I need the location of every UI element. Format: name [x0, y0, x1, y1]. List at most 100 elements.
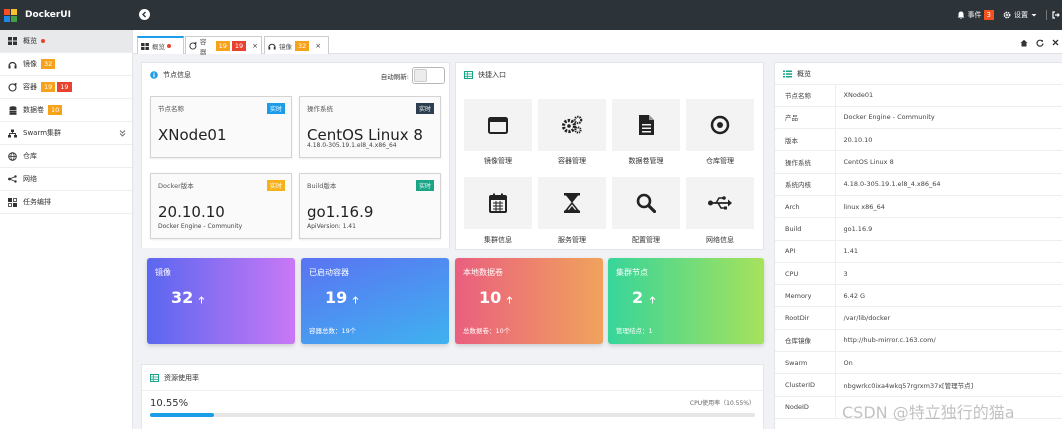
dashboard-icon	[8, 37, 17, 46]
row-key: 系统内核	[775, 173, 836, 196]
table-row: Memory 6.42 G	[775, 284, 1062, 308]
home-button[interactable]	[1017, 37, 1030, 48]
sidebar-item-tasks[interactable]: 任务编排	[0, 191, 132, 214]
stat-card-cluster-nodes[interactable]: 集群节点 2 管理结点：1	[608, 258, 764, 344]
caret-down-icon	[1031, 14, 1037, 17]
card-subtext: Docker Engine - Community	[158, 223, 243, 230]
auto-refresh-label: 自动刷新:	[380, 72, 409, 81]
quick-label: 集群信息	[484, 236, 512, 244]
double-chevron-down-icon	[119, 130, 126, 137]
close-all-button[interactable]	[1049, 37, 1062, 48]
network-icon	[8, 175, 17, 184]
panel-title: 资源使用率	[164, 373, 199, 382]
containers-icon	[189, 41, 197, 50]
table-row: CPU 3	[775, 262, 1062, 286]
count-badge: 32	[41, 59, 56, 69]
arrow-up-icon	[649, 296, 656, 304]
tab-label: 容器	[199, 37, 207, 56]
close-tab-icon[interactable]: ×	[252, 42, 258, 50]
close-icon	[1052, 39, 1059, 46]
images-icon	[8, 60, 17, 69]
card-subtext: ApiVersion: 1.41	[307, 223, 356, 230]
card-label: 节点名称	[158, 105, 184, 113]
tab-bar: 概览 容器 19 19 × 镜像 32 ×	[133, 30, 1062, 56]
tab-overview[interactable]: 概览	[137, 36, 184, 54]
sidebar-item-label: 镜像	[23, 60, 37, 68]
stat-title: 镜像	[155, 268, 171, 277]
table-row: 节点名称 XNode01	[775, 84, 1062, 107]
settings-menu[interactable]: 设置	[1003, 10, 1037, 20]
realtime-badge: 实时	[266, 103, 285, 114]
home-icon	[1020, 39, 1027, 46]
sidebar-item-label: 容器	[23, 83, 37, 91]
table-icon	[464, 71, 473, 79]
quick-label: 容器管理	[558, 157, 586, 165]
row-value: XNode01	[835, 84, 1062, 107]
quick-volume-manage[interactable]	[612, 99, 680, 151]
hourglass-icon	[564, 193, 580, 213]
quick-access-panel: 快捷入口 镜像管理 容器管理 数据卷管理 仓库管理 集群信息 服务管理 配置管理…	[455, 62, 764, 250]
stat-footer: 管理结点：1	[616, 327, 653, 335]
quick-service-manage[interactable]	[538, 177, 606, 229]
row-key: NodeID	[775, 396, 836, 419]
logout-icon	[1052, 11, 1060, 19]
arrow-up-icon	[198, 296, 205, 304]
quick-cluster-info[interactable]	[464, 177, 532, 229]
panel-header: 资源使用率	[142, 365, 763, 391]
quick-label: 网络信息	[706, 236, 734, 244]
row-key: 操作系统	[775, 150, 836, 174]
row-key: 产品	[775, 106, 836, 130]
sidebar-item-network[interactable]: 网络	[0, 168, 132, 191]
card-subtext: 4.18.0-305.19.1.el8_4.x86_64	[307, 142, 397, 149]
quick-label: 服务管理	[558, 236, 586, 244]
row-key: RootDir	[775, 306, 836, 330]
close-tab-icon[interactable]: ×	[315, 42, 321, 50]
quick-registry-manage[interactable]	[686, 99, 754, 151]
sidebar-item-label: 任务编排	[23, 198, 51, 206]
row-value: On	[835, 351, 1062, 375]
sidebar-item-swarm[interactable]: Swarm集群	[0, 122, 132, 145]
quick-container-manage[interactable]	[538, 99, 606, 151]
tab-label: 镜像	[279, 42, 292, 51]
auto-refresh-toggle[interactable]	[412, 67, 445, 84]
quick-network-info[interactable]	[686, 177, 754, 229]
window-icon	[488, 116, 508, 134]
row-key: Build	[775, 217, 836, 241]
sidebar-item-overview[interactable]: 概览	[0, 30, 132, 53]
overview-table: 节点名称 XNode01 产品 Docker Engine - Community …	[775, 84, 1062, 419]
tab-containers[interactable]: 容器 19 19 ×	[185, 36, 262, 56]
logo-icon	[4, 8, 17, 22]
stat-card-local-volumes[interactable]: 本地数据卷 10 总数据卷：10个	[455, 258, 603, 344]
magnifier-icon	[636, 193, 656, 213]
logout-button[interactable]	[1052, 11, 1060, 19]
sidebar-item-containers[interactable]: 容器 19 19	[0, 76, 132, 99]
brand[interactable]: DockerUI	[0, 0, 133, 30]
quick-image-manage[interactable]	[464, 99, 532, 151]
table-row: RootDir/var/lib/docker	[775, 306, 1062, 330]
quick-label: 配置管理	[632, 236, 660, 244]
target-icon	[710, 115, 730, 135]
containers-icon	[8, 82, 17, 92]
stat-card-images[interactable]: 镜像 32	[147, 258, 295, 344]
brand-name: DockerUI	[25, 10, 71, 20]
sidebar-item-images[interactable]: 镜像 32	[0, 53, 132, 76]
table-row: ClusterID nbgwrkc0ixa4wkq57rgrxm37x[管理节点]	[775, 373, 1062, 397]
stat-value: 19	[325, 288, 348, 307]
stat-card-running-containers[interactable]: 已启动容器 19 容器总数：19个	[301, 258, 449, 344]
refresh-button[interactable]	[1033, 37, 1046, 48]
row-value: Docker Engine - Community	[835, 106, 1062, 130]
auto-refresh: 自动刷新:	[381, 67, 445, 84]
sidebar-item-registry[interactable]: 仓库	[0, 145, 132, 168]
row-key: CPU	[775, 262, 836, 286]
collapse-sidebar-button[interactable]	[139, 9, 150, 20]
table-row: Build go1.16.9	[775, 217, 1062, 241]
count-badge: 19	[231, 40, 247, 51]
quick-config-manage[interactable]	[612, 177, 680, 229]
tab-images[interactable]: 镜像 32 ×	[264, 36, 329, 54]
events-menu[interactable]: 事件 3	[957, 10, 994, 20]
separator	[1046, 10, 1047, 20]
sidebar-item-volumes[interactable]: 数据卷 10	[0, 99, 132, 122]
table-icon	[150, 373, 159, 382]
overview-panel: 概览 节点名称 XNode01 产品 Docker Engine - Communi…	[774, 62, 1062, 429]
row-value: http://hub-mirror.c.163.com/	[835, 329, 1062, 353]
